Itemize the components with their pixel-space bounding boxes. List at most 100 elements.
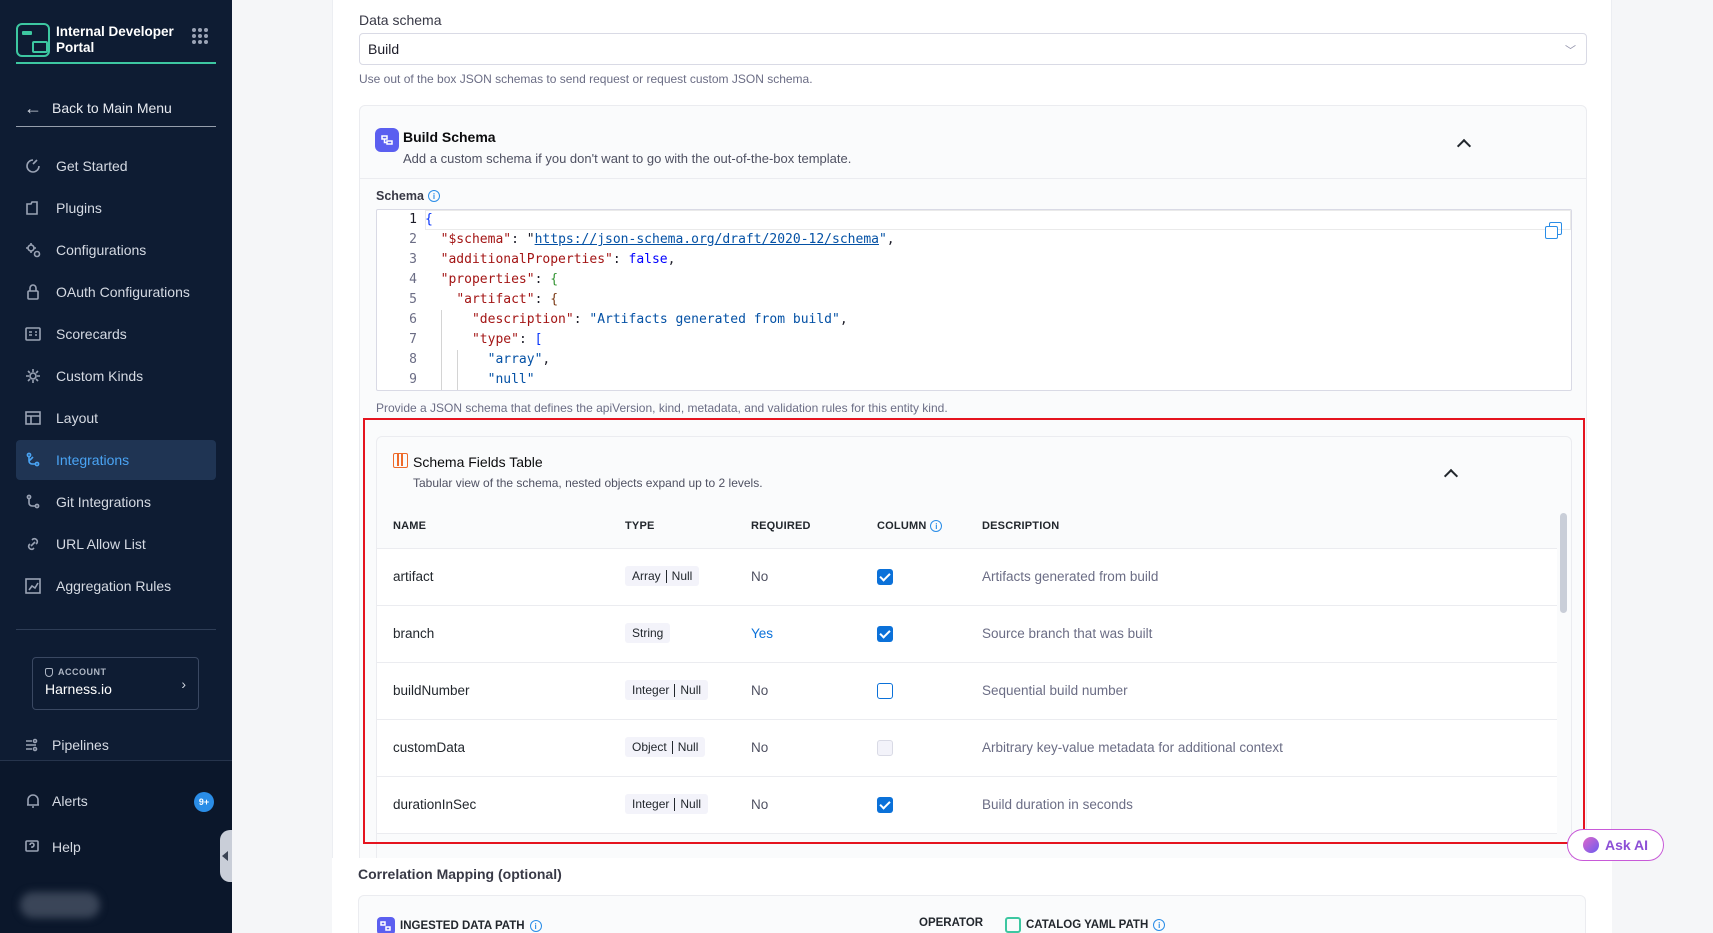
info-icon[interactable]: i: [427, 190, 440, 202]
sidebar-item-label: Custom Kinds: [56, 368, 144, 384]
code-text: "$schema": "https://json-schema.org/draf…: [440, 232, 895, 247]
code-line: 7 "type": [: [377, 330, 1571, 350]
type-label: Array: [632, 569, 661, 583]
info-icon[interactable]: i: [529, 920, 542, 932]
column-checkbox[interactable]: [877, 569, 893, 585]
schema-url-link[interactable]: https://json-schema.org/draft/2020-12/sc…: [535, 232, 879, 247]
code-text: "artifact": {: [456, 292, 559, 307]
code-text: "properties": {: [440, 272, 559, 287]
sidebar-item-label: Aggregation Rules: [56, 578, 172, 594]
code-text: {: [425, 212, 433, 227]
table-scrollbar[interactable]: [1560, 513, 1567, 613]
sidebar-item-aggregation-rules[interactable]: Aggregation Rules: [16, 566, 216, 606]
field-name: durationInSec: [393, 797, 477, 812]
table-row: durationInSec Integer Null No Build durat…: [377, 777, 1557, 834]
alerts-count-badge: 9+: [194, 792, 214, 812]
column-checkbox[interactable]: [877, 683, 893, 699]
pipeline-icon: [24, 736, 42, 754]
field-name: artifact: [393, 569, 434, 584]
user-avatar[interactable]: [20, 892, 100, 918]
required-value: No: [751, 797, 769, 812]
data-schema-help: Use out of the box JSON schemas to send …: [359, 72, 813, 86]
shield-icon: [45, 667, 53, 677]
json-value: "array": [487, 352, 543, 367]
line-number: 8: [409, 352, 417, 367]
build-schema-subtitle: Add a custom schema if you don't want to…: [403, 151, 852, 166]
required-value: Yes: [751, 626, 774, 641]
correlation-title: Correlation Mapping (optional): [358, 866, 562, 882]
sidebar-item-label: Layout: [56, 410, 99, 426]
code-text: "type": [: [471, 332, 543, 347]
operator-header: OPERATOR: [919, 917, 984, 929]
sidebar-item-label: Configurations: [56, 242, 147, 258]
build-schema-header[interactable]: Build Schema Add a custom schema if you …: [375, 121, 1555, 171]
account-label: ACCOUNT: [58, 667, 107, 677]
json-key: "description": [471, 312, 574, 327]
line-number: 4: [409, 272, 417, 287]
data-schema-select[interactable]: Build ﹀: [359, 33, 1587, 65]
code-line: 3 "additionalProperties": false,: [377, 250, 1571, 270]
data-schema-label: Data schema: [359, 12, 442, 28]
account-label-row: ACCOUNT: [45, 667, 186, 677]
code-text: "array",: [487, 352, 551, 367]
main-content: Data schema Build ﹀ Use out of the box J…: [232, 0, 1713, 933]
sidebar-item-get-started[interactable]: Get Started: [16, 146, 216, 186]
info-icon[interactable]: i: [1153, 919, 1166, 931]
schema-icon: [375, 128, 399, 152]
sidebar-item-help[interactable]: Help: [24, 832, 214, 862]
scorecard-icon: [24, 325, 42, 343]
schema-icon: [377, 917, 395, 933]
sidebar-item-oauth[interactable]: OAuth Configurations: [16, 272, 216, 312]
brand[interactable]: Internal Developer Portal: [16, 16, 216, 64]
sidebar-item-alerts[interactable]: Alerts 9+: [24, 786, 214, 816]
schema-label: Schema: [376, 189, 424, 203]
sidebar-item-label: Alerts: [52, 793, 88, 809]
code-text: "description": "Artifacts generated from…: [471, 312, 848, 327]
sidebar-item-label: OAuth Configurations: [56, 284, 190, 300]
sidebar-nav: Get Started Plugins Configurations OAuth…: [16, 146, 216, 608]
ask-ai-button[interactable]: Ask AI: [1567, 829, 1664, 861]
field-name: customData: [393, 740, 466, 755]
account-switcher[interactable]: ACCOUNT Harness.io ›: [32, 657, 199, 710]
type-label: Null: [671, 569, 693, 583]
sidebar-item-scorecards[interactable]: Scorecards: [16, 314, 216, 354]
column-checkbox-disabled: [877, 740, 893, 756]
type-tag: Integer Null: [625, 680, 709, 700]
sidebar-collapse-toggle[interactable]: [220, 830, 232, 882]
copy-icon[interactable]: [1545, 222, 1562, 239]
chart-icon: [24, 577, 42, 595]
sidebar-item-label: Get Started: [56, 158, 128, 174]
sidebar-item-label: URL Allow List: [56, 536, 146, 552]
sidebar-item-integrations[interactable]: Integrations: [16, 440, 216, 480]
apps-grid-icon[interactable]: [192, 28, 208, 44]
column-checkbox[interactable]: [877, 626, 893, 642]
type-label: Null: [677, 740, 699, 754]
sidebar-item-custom-kinds[interactable]: Custom Kinds: [16, 356, 216, 396]
sidebar-item-configurations[interactable]: Configurations: [16, 230, 216, 270]
required-value: No: [751, 740, 769, 755]
collapse-chevron-icon[interactable]: [1443, 468, 1459, 484]
gear-icon: [24, 367, 42, 385]
schema-code-editor[interactable]: 1{ 2 "$schema": "https://json-schema.org…: [376, 209, 1572, 391]
back-to-main-menu[interactable]: ← Back to Main Menu: [16, 88, 216, 128]
type-label: String: [632, 626, 664, 640]
sidebar-item-git-integrations[interactable]: Git Integrations: [16, 482, 216, 522]
field-description: Sequential build number: [982, 683, 1128, 698]
table-icon: [393, 453, 408, 468]
sidebar-item-pipelines[interactable]: Pipelines: [16, 728, 216, 762]
chevron-right-icon: ›: [181, 676, 186, 692]
divider: [16, 126, 216, 127]
info-icon[interactable]: i: [930, 520, 943, 532]
column-checkbox[interactable]: [877, 797, 893, 813]
sidebar-item-label: Pipelines: [52, 737, 109, 753]
back-label: Back to Main Menu: [52, 100, 172, 116]
type-label: Null: [680, 797, 702, 811]
ai-sparkle-icon: [1582, 837, 1599, 853]
sidebar-item-url-allow-list[interactable]: URL Allow List: [16, 524, 216, 564]
json-value: false: [628, 252, 668, 267]
sidebar-item-layout[interactable]: Layout: [16, 398, 216, 438]
type-label: Object: [632, 740, 667, 754]
line-number: 9: [409, 372, 417, 387]
catalog-yaml-path-header: CATALOG YAML PATH i: [1005, 917, 1166, 933]
sidebar-item-plugins[interactable]: Plugins: [16, 188, 216, 228]
